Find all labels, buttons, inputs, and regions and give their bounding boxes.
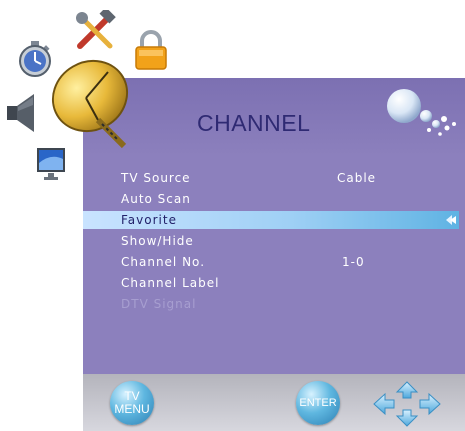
menu-item-tv-source[interactable]: TV Source [121, 168, 191, 188]
tools-icon[interactable] [74, 10, 116, 52]
selection-arrow-icon [446, 215, 456, 225]
speaker-icon[interactable] [4, 91, 42, 135]
menu-item-dtv-signal: DTV Signal [121, 297, 197, 311]
tv-menu-button[interactable]: TV MENU [110, 381, 154, 425]
menu-item-favorite[interactable]: Favorite [121, 210, 177, 230]
bubbles-icon [387, 89, 456, 136]
menu-item-auto-scan[interactable]: Auto Scan [121, 189, 191, 209]
satellite-dish-icon[interactable] [48, 54, 138, 150]
tv-menu-button-bottom-label: MENU [114, 402, 150, 416]
enter-button[interactable]: ENTER [296, 381, 340, 425]
menu-item-show-hide[interactable]: Show/Hide [121, 231, 194, 251]
menu-item-channel-label[interactable]: Channel Label [121, 273, 219, 293]
channel-no-value: 1-0 [342, 255, 365, 269]
monitor-icon[interactable] [36, 147, 66, 183]
navigation-arrows-icon[interactable] [372, 381, 442, 427]
tv-source-value: Cable [337, 171, 377, 185]
menu-title: CHANNEL [197, 110, 311, 136]
lock-icon[interactable] [133, 29, 169, 71]
menu-item-channel-no[interactable]: Channel No. [121, 252, 205, 272]
enter-button-label: ENTER [299, 397, 337, 409]
